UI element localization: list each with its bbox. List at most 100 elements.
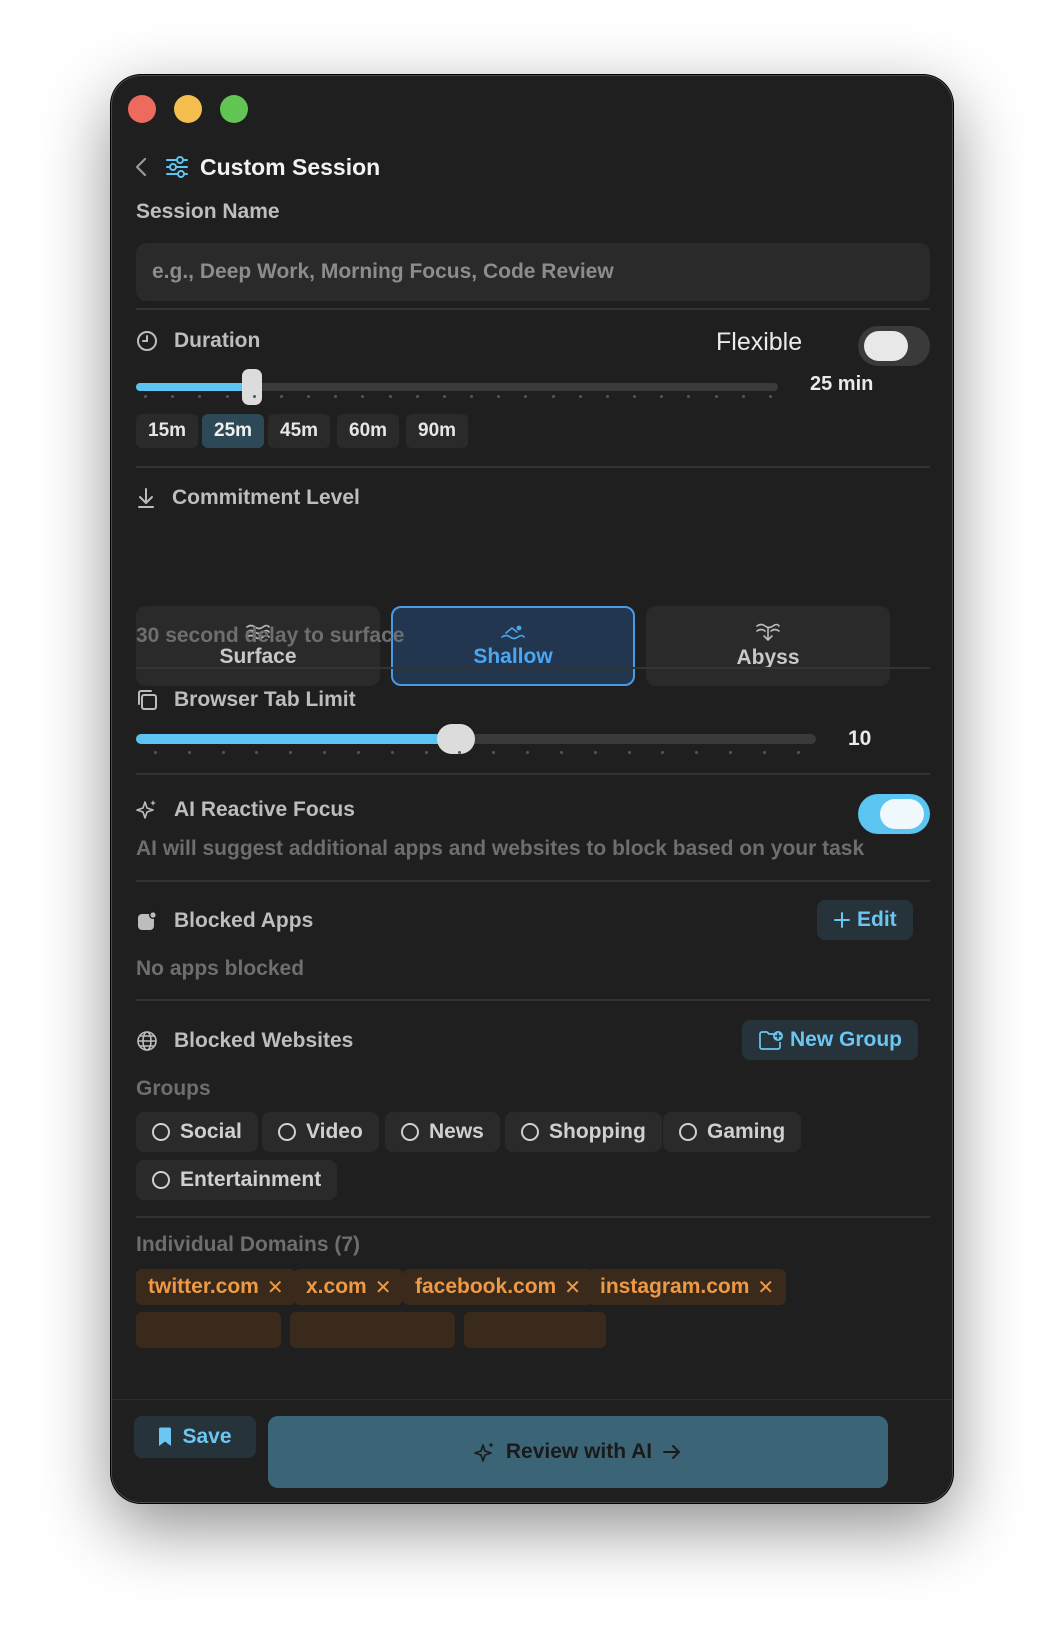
domains-label: Individual Domains (7): [136, 1233, 361, 1256]
save-button[interactable]: Save: [134, 1416, 256, 1458]
session-name-input[interactable]: [136, 243, 930, 301]
flexible-toggle[interactable]: [858, 326, 930, 366]
level-shallow[interactable]: Shallow: [391, 606, 635, 686]
remove-icon[interactable]: ✕: [375, 1275, 392, 1300]
tick-mark: [356, 751, 360, 754]
tick-mark: [714, 395, 718, 398]
dive-icon: [756, 623, 780, 642]
duration-slider[interactable]: [136, 369, 778, 405]
group-name: News: [429, 1120, 484, 1143]
level-abyss[interactable]: Abyss: [646, 606, 890, 686]
domain-chip[interactable]: twitter.com ✕: [136, 1269, 296, 1305]
app-icon: [138, 911, 157, 930]
group-shopping[interactable]: Shopping: [505, 1112, 662, 1152]
tab-limit-slider[interactable]: [136, 724, 816, 754]
duration-header: Duration: [136, 329, 260, 353]
folder-plus-icon: [759, 1031, 783, 1050]
tick-mark: [578, 395, 582, 398]
blocked-websites-label: Blocked Websites: [174, 1029, 354, 1052]
new-group-button[interactable]: New Group: [742, 1020, 919, 1060]
divider: [136, 667, 930, 669]
level-name: Shallow: [473, 645, 553, 668]
tick-mark: [492, 751, 496, 754]
tick-mark: [415, 395, 419, 398]
tick-mark: [526, 751, 530, 754]
domain-chip[interactable]: instagram.com ✕: [588, 1269, 787, 1305]
tab-limit-header: Browser Tab Limit: [136, 688, 356, 712]
tick-mark: [144, 395, 147, 398]
group-gaming[interactable]: Gaming: [663, 1112, 802, 1152]
tick-mark: [198, 395, 202, 398]
groups-label: Groups: [136, 1077, 211, 1100]
tick-mark: [559, 751, 563, 754]
tick-mark: [470, 395, 474, 398]
tick-mark: [762, 751, 766, 754]
group-entertainment[interactable]: Entertainment: [136, 1160, 338, 1200]
group-video[interactable]: Video: [262, 1112, 379, 1152]
tick-mark: [551, 395, 555, 398]
tab-limit-value: 10: [848, 727, 872, 750]
tick-mark: [687, 395, 691, 398]
edit-apps-button[interactable]: Edit: [817, 900, 913, 940]
preset-60m[interactable]: 60m: [337, 414, 400, 448]
tick-mark: [627, 751, 631, 754]
preset-45m[interactable]: 45m: [268, 414, 331, 448]
group-name: Video: [306, 1120, 363, 1143]
tick-mark: [255, 751, 259, 754]
tick-mark: [225, 395, 229, 398]
close-window-button[interactable]: [128, 95, 156, 123]
review-label: Review with AI: [505, 1440, 653, 1463]
domain-chip-clipped[interactable]: [464, 1312, 606, 1348]
domain-chip-clipped[interactable]: [136, 1312, 281, 1348]
tick-mark: [154, 751, 157, 754]
tick-mark: [442, 395, 446, 398]
domain-chip[interactable]: x.com ✕: [294, 1269, 404, 1305]
arrow-right-icon: [663, 1445, 681, 1459]
tick-mark: [661, 751, 665, 754]
commitment-description: 30 second delay to surface: [136, 624, 405, 647]
domain-name: twitter.com: [148, 1275, 259, 1298]
group-name: Entertainment: [180, 1168, 322, 1191]
zoom-window-button[interactable]: [220, 95, 248, 123]
tab-limit-ticks: [154, 751, 800, 754]
duration-slider-thumb[interactable]: [242, 369, 262, 405]
tab-limit-slider-fill: [136, 734, 456, 744]
group-name: Shopping: [549, 1120, 646, 1143]
remove-icon[interactable]: ✕: [757, 1275, 774, 1300]
tick-mark: [252, 395, 256, 398]
window-controls: [128, 95, 248, 123]
page-title: Custom Session: [200, 153, 381, 180]
remove-icon[interactable]: ✕: [564, 1275, 581, 1300]
back-icon[interactable]: [130, 152, 152, 182]
app-window: Custom Session Session Name Duration Fle…: [111, 75, 953, 1503]
duration-value: 25 min: [810, 373, 874, 395]
duration-label: Duration: [174, 329, 261, 352]
blocked-apps-label: Blocked Apps: [174, 909, 314, 932]
preset-25m[interactable]: 25m: [202, 414, 265, 448]
clock-icon: [137, 331, 157, 351]
ai-focus-toggle[interactable]: [858, 794, 930, 834]
group-social[interactable]: Social: [136, 1112, 258, 1152]
review-with-ai-button[interactable]: Review with AI: [268, 1416, 888, 1488]
tick-mark: [323, 751, 327, 754]
remove-icon[interactable]: ✕: [267, 1275, 284, 1300]
group-news[interactable]: News: [385, 1112, 500, 1152]
ai-focus-label: AI Reactive Focus: [174, 798, 355, 821]
tick-mark: [388, 395, 392, 398]
domain-chip[interactable]: facebook.com ✕: [403, 1269, 593, 1305]
minimize-window-button[interactable]: [174, 95, 202, 123]
tick-mark: [729, 751, 733, 754]
domain-chip-clipped[interactable]: [290, 1312, 455, 1348]
tick-mark: [289, 751, 293, 754]
commitment-label: Commitment Level: [172, 486, 360, 509]
tick-mark: [605, 395, 609, 398]
tick-mark: [279, 395, 283, 398]
save-label: Save: [182, 1425, 232, 1448]
tick-mark: [741, 395, 745, 398]
toggle-knob: [880, 799, 924, 829]
preset-90m[interactable]: 90m: [406, 414, 469, 448]
group-name: Social: [180, 1120, 242, 1143]
footer: Save Review with AI: [112, 1399, 952, 1502]
preset-15m[interactable]: 15m: [136, 414, 199, 448]
tab-limit-slider-thumb[interactable]: [437, 724, 475, 754]
